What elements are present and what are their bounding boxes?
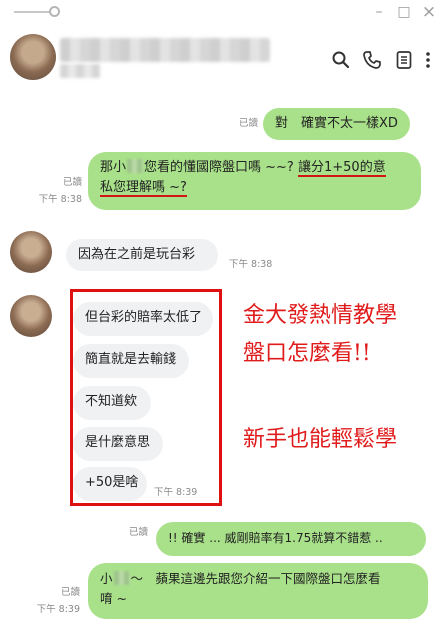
search-icon[interactable] [331,50,351,70]
message-bubble-incoming[interactable]: 簡直就是去輸錢 [73,344,189,378]
read-receipt: 已讀 [62,177,82,188]
contact-avatar[interactable] [10,295,52,337]
message-timestamp: 下午 8:39 [154,487,198,498]
message-timestamp: 下午 8:38 [229,259,273,270]
opacity-slider-track[interactable] [14,11,52,13]
maximize-button[interactable]: □ [396,4,412,20]
read-receipt: 已讀 [128,527,148,538]
contact-name-redacted [60,38,270,62]
contact-avatar[interactable] [10,231,52,273]
message-bubble-incoming[interactable]: 是什麼意思 [73,427,163,461]
message-text: 那小 [100,160,127,175]
redacted-name [127,159,144,173]
contact-subtitle-redacted [60,64,100,78]
highlighted-text: 私您理解嗎 ~? [100,180,187,197]
highlighted-text: 讓分1+50的意 [297,160,386,177]
message-text: 小 [100,571,113,586]
message-timestamp: 下午 8:38 [38,194,82,205]
message-text: ～ 蘋果這邊先跟您介紹一下國際盤口怎麼看 [130,571,381,586]
message-bubble-incoming[interactable]: 但台彩的賠率太低了 [73,302,213,336]
read-receipt: 已讀 [60,587,80,598]
notes-icon[interactable] [394,50,414,70]
redacted-name [113,571,130,585]
message-bubble-outgoing[interactable]: 那小 您看的懂國際盤口嗎 ~~? 讓分1+50的意 私您理解嗎 ~? [88,152,421,210]
promo-text-line3: 新手也能輕鬆學 [243,427,398,452]
opacity-slider-knob[interactable] [49,6,60,17]
message-bubble-incoming[interactable]: 不知道欸 [73,386,151,420]
message-text: 但台彩的賠率太低了 [85,310,203,325]
message-text: 是什麼意思 [85,435,151,450]
read-receipt: 已讀 [238,118,258,129]
chat-history[interactable]: 已讀 對 確實不太一樣XD 已讀 下午 8:38 那小 您看的懂國際盤口嗎 ~~?… [0,90,444,635]
message-text: 唷 ~ [100,591,127,606]
promo-text-line2: 盤口怎麼看!! [243,341,371,366]
message-text: 對 確實不太一樣XD [275,116,398,131]
phone-icon[interactable] [362,50,382,70]
message-text: 您看的懂國際盤口嗎 ~~? [144,160,294,175]
message-bubble-outgoing[interactable]: 小 ～ 蘋果這邊先跟您介紹一下國際盤口怎麼看 唷 ~ [88,563,428,619]
more-icon[interactable] [422,50,434,70]
message-bubble-incoming[interactable]: +50是啥 [73,467,147,501]
message-bubble-incoming[interactable]: 因為在之前是玩台彩 [66,239,218,271]
message-bubble-outgoing[interactable]: 對 確實不太一樣XD [263,108,410,140]
message-text: !! 確實 ... 威剛賠率有1.75就算不錯惹 .. [168,531,383,545]
message-text: 不知道欸 [85,394,138,409]
promo-text-line1: 金大發熱情教學 [243,303,398,328]
minimize-button[interactable]: – [371,4,387,20]
message-bubble-outgoing[interactable]: !! 確實 ... 威剛賠率有1.75就算不錯惹 .. [156,522,426,556]
contact-avatar[interactable] [10,34,56,80]
message-text: 因為在之前是玩台彩 [78,247,196,262]
chat-header [0,28,444,90]
close-button[interactable]: × [421,4,437,21]
window-titlebar: – □ × [0,0,444,28]
message-text: +50是啥 [85,475,139,490]
message-timestamp: 下午 8:39 [36,604,80,615]
message-text: 簡直就是去輸錢 [85,352,177,367]
